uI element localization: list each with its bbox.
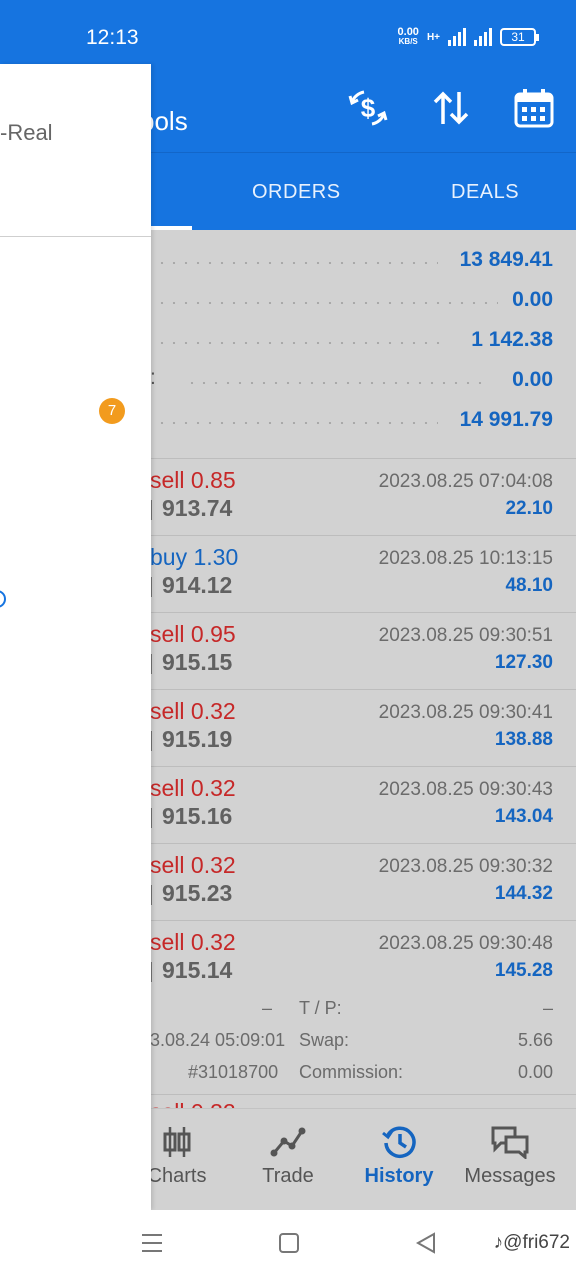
deal-type-partial: sell 0.32 bbox=[150, 1099, 236, 1108]
dotted-leader bbox=[156, 422, 438, 424]
signal-icon bbox=[448, 28, 466, 46]
deal-time: 2023.08.25 07:04:08 bbox=[378, 471, 553, 492]
deal-type: sell 0.32 bbox=[150, 775, 236, 801]
nav-label: Messages bbox=[464, 1165, 556, 1187]
calendar-icon[interactable] bbox=[512, 86, 556, 130]
svg-text:$: $ bbox=[361, 93, 376, 123]
commission-value: 0.00 bbox=[517, 1062, 553, 1082]
status-bar: 12:13 0.00 KB/S H+ 31 bbox=[0, 0, 576, 64]
nav-label: Trade bbox=[262, 1165, 314, 1187]
home-icon[interactable] bbox=[278, 1232, 300, 1254]
dotted-leader bbox=[156, 302, 498, 304]
navigation-drawer[interactable]: -Real 7 bbox=[0, 64, 151, 1210]
deal-time: 2023.08.25 09:30:51 bbox=[378, 625, 553, 646]
signal-icon-2 bbox=[474, 28, 492, 46]
deal-profit: 145.28 bbox=[494, 960, 553, 981]
nav-history[interactable]: History bbox=[344, 1125, 454, 1188]
trade-line-icon bbox=[270, 1127, 306, 1157]
deal-type: sell 0.95 bbox=[150, 621, 236, 647]
sl-value: – bbox=[262, 998, 273, 1018]
tp-label: T / P: bbox=[299, 998, 342, 1018]
summary-row: 13 849.41 bbox=[150, 242, 553, 282]
deal-type: sell 0.85 bbox=[150, 467, 236, 493]
deal-price: 913.74 bbox=[150, 495, 232, 522]
dotted-leader bbox=[156, 342, 444, 344]
drawer-badge: 7 bbox=[99, 398, 125, 424]
system-nav-bar: ♪@fri672 bbox=[0, 1210, 576, 1280]
menu-icon[interactable] bbox=[140, 1232, 164, 1254]
deal-time: 2023.08.25 09:30:41 bbox=[378, 702, 553, 723]
dotted-leader bbox=[156, 262, 438, 264]
order-id: #31018700 bbox=[188, 1062, 279, 1082]
summary-row: : 0.00 bbox=[150, 362, 553, 402]
commission-label: Commission: bbox=[299, 1062, 404, 1082]
sort-icon[interactable] bbox=[429, 86, 473, 130]
drawer-divider bbox=[0, 236, 151, 237]
deal-type: sell 0.32 bbox=[150, 698, 236, 724]
summary-value: 14 991.79 bbox=[459, 408, 553, 431]
status-indicators: 0.00 KB/S H+ 31 bbox=[398, 27, 539, 47]
deal-price: 915.23 bbox=[150, 880, 232, 907]
deal-profit: 143.04 bbox=[494, 806, 553, 827]
net-speed-value: 0.00 bbox=[397, 26, 419, 38]
deal-time: 2023.08.25 09:30:48 bbox=[378, 933, 553, 954]
deal-time: 2023.08.25 09:30:43 bbox=[378, 779, 553, 800]
deal-type: buy 1.30 bbox=[150, 544, 239, 570]
summary-value: 0.00 bbox=[512, 288, 553, 311]
deal-price: 915.16 bbox=[150, 803, 232, 830]
summary-value: 13 849.41 bbox=[459, 248, 553, 271]
network-type: H+ bbox=[426, 31, 440, 43]
deal-price: 915.14 bbox=[150, 957, 232, 984]
deal-price: 914.12 bbox=[150, 572, 232, 599]
currency-exchange-icon[interactable]: $ bbox=[346, 86, 390, 130]
drawer-account-label[interactable]: -Real bbox=[0, 120, 53, 146]
dotted-leader bbox=[186, 382, 490, 384]
net-speed: 0.00 KB/S bbox=[398, 27, 419, 47]
status-time: 12:13 bbox=[86, 26, 139, 49]
info-icon[interactable] bbox=[0, 590, 6, 608]
swap-value: 5.66 bbox=[517, 1030, 553, 1050]
deal-price: 915.15 bbox=[150, 649, 232, 676]
nav-trade[interactable]: Trade bbox=[233, 1125, 343, 1188]
deal-profit: 144.32 bbox=[494, 883, 553, 904]
deal-time: 2023.08.25 09:30:32 bbox=[378, 856, 553, 877]
chat-bubbles-icon bbox=[491, 1126, 529, 1159]
deal-type: sell 0.32 bbox=[150, 852, 236, 878]
nav-label: History bbox=[364, 1165, 434, 1187]
summary-row: 0.00 bbox=[150, 282, 553, 322]
summary-row: 14 991.79 bbox=[150, 402, 553, 442]
deal-profit: 138.88 bbox=[494, 729, 553, 750]
deal-price: 915.19 bbox=[150, 726, 232, 753]
open-time: 3.08.24 05:09:01 bbox=[150, 1030, 286, 1050]
back-icon[interactable] bbox=[415, 1232, 437, 1254]
watermark: ♪@fri672 bbox=[493, 1232, 570, 1253]
nav-messages[interactable]: Messages bbox=[455, 1125, 565, 1188]
net-speed-unit: KB/S bbox=[398, 37, 418, 46]
deal-profit: 22.10 bbox=[505, 498, 553, 519]
candlestick-icon bbox=[163, 1127, 191, 1157]
summary-value: 1 142.38 bbox=[471, 328, 553, 351]
deal-type: sell 0.32 bbox=[150, 929, 236, 955]
summary-value: 0.00 bbox=[512, 368, 553, 391]
tab-orders[interactable]: ORDERS bbox=[252, 181, 341, 204]
deal-profit: 48.10 bbox=[505, 575, 553, 596]
tab-deals[interactable]: DEALS bbox=[451, 181, 519, 204]
swap-label: Swap: bbox=[299, 1030, 350, 1050]
deal-time: 2023.08.25 10:13:15 bbox=[378, 548, 553, 569]
history-clock-icon bbox=[382, 1126, 416, 1158]
tp-value: – bbox=[542, 998, 553, 1018]
summary-row: 1 142.38 bbox=[150, 322, 553, 362]
deal-profit: 127.30 bbox=[494, 652, 553, 673]
battery-icon: 31 bbox=[500, 28, 539, 46]
